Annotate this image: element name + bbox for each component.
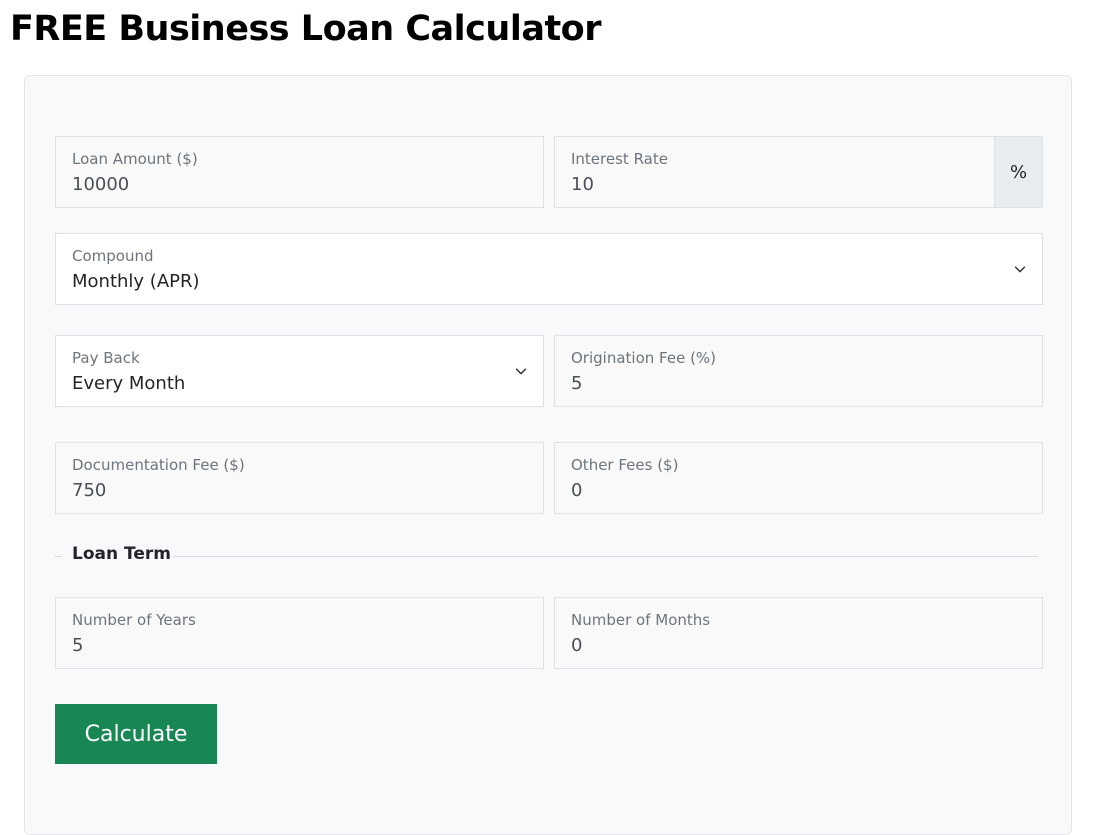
pay-back-selected: Every Month bbox=[72, 373, 186, 394]
interest-rate-field[interactable]: Interest Rate 10 bbox=[554, 136, 995, 208]
origination-fee-label: Origination Fee (%) bbox=[571, 349, 717, 367]
other-fees-field[interactable]: Other Fees ($) 0 bbox=[554, 442, 1043, 514]
pay-back-select[interactable]: Pay Back Every Month bbox=[55, 335, 544, 407]
page-title: FREE Business Loan Calculator bbox=[10, 9, 601, 49]
other-fees-value[interactable]: 0 bbox=[571, 480, 582, 501]
loan-amount-label: Loan Amount ($) bbox=[72, 150, 198, 168]
documentation-fee-field[interactable]: Documentation Fee ($) 750 bbox=[55, 442, 544, 514]
divider-line-left bbox=[55, 556, 61, 557]
chevron-down-icon bbox=[1014, 266, 1026, 273]
interest-rate-value[interactable]: 10 bbox=[571, 174, 594, 195]
number-of-months-field[interactable]: Number of Months 0 bbox=[554, 597, 1043, 669]
chevron-down-icon bbox=[515, 368, 527, 375]
documentation-fee-value[interactable]: 750 bbox=[72, 480, 106, 501]
loan-amount-value[interactable]: 10000 bbox=[72, 174, 129, 195]
number-of-years-value[interactable]: 5 bbox=[72, 635, 83, 656]
compound-select[interactable]: Compound Monthly (APR) bbox=[55, 233, 1043, 305]
compound-label: Compound bbox=[72, 247, 154, 265]
origination-fee-field[interactable]: Origination Fee (%) 5 bbox=[554, 335, 1043, 407]
interest-rate-label: Interest Rate bbox=[571, 150, 668, 168]
percent-addon: % bbox=[995, 136, 1043, 208]
loan-term-heading: Loan Term bbox=[70, 544, 173, 564]
compound-selected: Monthly (APR) bbox=[72, 271, 200, 292]
number-of-years-field[interactable]: Number of Years 5 bbox=[55, 597, 544, 669]
divider-line-right bbox=[170, 556, 1038, 557]
pay-back-label: Pay Back bbox=[72, 349, 140, 367]
number-of-months-value[interactable]: 0 bbox=[571, 635, 582, 656]
number-of-months-label: Number of Months bbox=[571, 611, 711, 629]
calculate-button[interactable]: Calculate bbox=[55, 704, 217, 764]
origination-fee-value[interactable]: 5 bbox=[571, 373, 582, 394]
loan-amount-field[interactable]: Loan Amount ($) 10000 bbox=[55, 136, 544, 208]
documentation-fee-label: Documentation Fee ($) bbox=[72, 456, 245, 474]
other-fees-label: Other Fees ($) bbox=[571, 456, 679, 474]
number-of-years-label: Number of Years bbox=[72, 611, 196, 629]
